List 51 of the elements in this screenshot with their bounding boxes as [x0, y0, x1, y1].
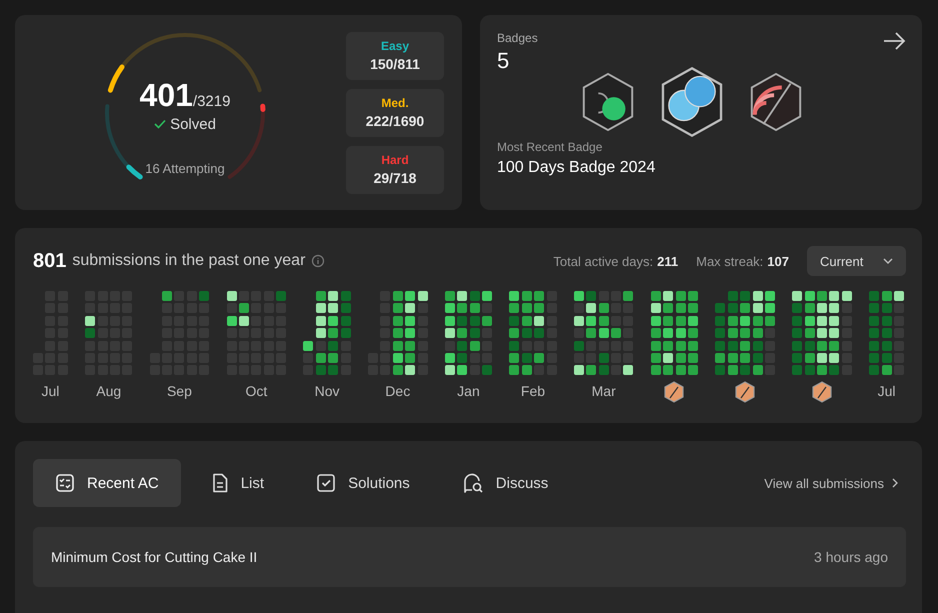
- month-label: Jul: [41, 383, 60, 402]
- max-streak-label: Max streak:: [696, 254, 764, 268]
- info-icon[interactable]: [311, 254, 326, 268]
- submission-row[interactable]: Minimum Cost for Cutting Cake II 3 hours ago: [33, 527, 906, 587]
- view-all-link[interactable]: View all submissions: [764, 476, 906, 490]
- month-label: Jan: [457, 383, 480, 402]
- difficulty-count: 150/811: [370, 56, 420, 72]
- difficulty-label: Easy: [380, 39, 410, 53]
- difficulty-label: Med.: [381, 96, 409, 110]
- badges-count: 5: [497, 48, 510, 74]
- chat-search-icon: [462, 472, 484, 494]
- submissions-caption: submissions in the past one year: [72, 252, 306, 270]
- document-icon: [210, 473, 229, 493]
- monthly-badge-icon[interactable]: [812, 381, 832, 404]
- checkbox-icon: [316, 473, 336, 493]
- monthly-badge-icon[interactable]: [664, 381, 684, 404]
- active-days-label: Total active days:: [553, 254, 654, 268]
- tab[interactable]: Recent AC: [33, 459, 181, 507]
- attempting-count: 16 Attempting: [145, 160, 225, 176]
- active-days-value: 211: [657, 254, 678, 268]
- month-label: Nov: [314, 383, 340, 402]
- check-icon: [154, 119, 166, 129]
- difficulty-count: 222/1690: [366, 113, 424, 129]
- submission-time: 3 hours ago: [814, 549, 888, 565]
- month-label: Aug: [96, 383, 122, 402]
- month-label: Jul: [878, 383, 896, 402]
- month-label: Dec: [385, 383, 410, 402]
- month-label: Mar: [592, 383, 616, 402]
- arrow-right-icon[interactable]: [882, 31, 906, 51]
- monthly-badge-icon[interactable]: [735, 381, 756, 404]
- recent-badge-name: 100 Days Badge 2024: [497, 159, 656, 177]
- submissions-count: 801: [33, 250, 66, 272]
- problem-title: Minimum Cost for Cutting Cake II: [51, 549, 258, 565]
- month-label: Feb: [520, 383, 546, 402]
- tab[interactable]: List: [188, 459, 286, 507]
- tab[interactable]: Solutions: [294, 459, 432, 507]
- month-label: Oct: [245, 383, 268, 402]
- solved-count: 401: [140, 76, 193, 114]
- difficulty-count: 29/718: [374, 170, 416, 186]
- max-streak-value: 107: [767, 254, 789, 268]
- chevron-down-icon: [883, 258, 893, 264]
- tab[interactable]: Discuss: [440, 459, 570, 507]
- chevron-right-icon: [892, 478, 898, 488]
- total-count: /3219: [192, 92, 230, 110]
- month-label: Sep: [166, 383, 192, 402]
- period-dropdown[interactable]: Current: [807, 246, 906, 276]
- difficulty-label: Hard: [381, 153, 409, 167]
- solved-label: Solved: [170, 116, 216, 132]
- checklist-icon: [55, 473, 75, 493]
- badges-title: Badges: [497, 31, 538, 45]
- recent-badge-label: Most Recent Badge: [497, 140, 604, 154]
